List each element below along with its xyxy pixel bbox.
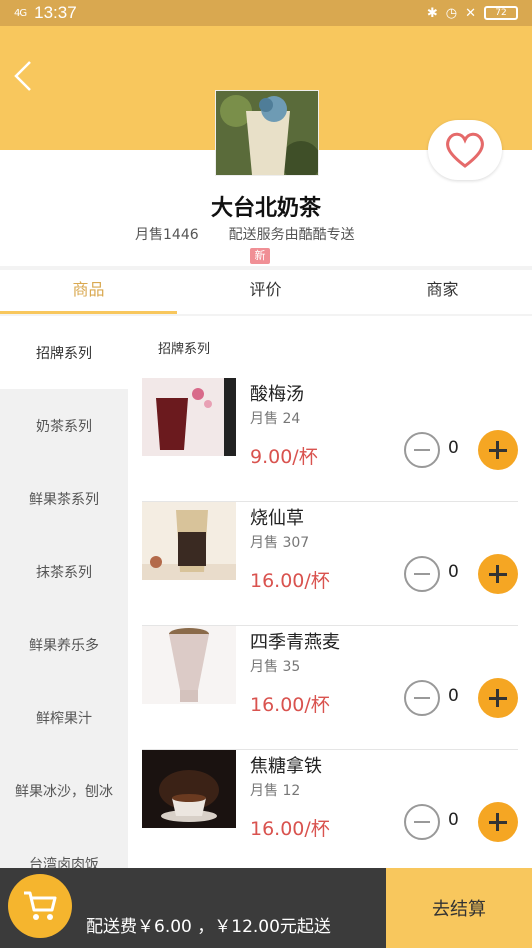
cart-button[interactable] [8, 874, 72, 938]
shopping-cart-icon [24, 891, 57, 920]
product-price: 16.00/杯 [250, 694, 330, 716]
category-item[interactable]: 鲜果冰沙，刨冰 [0, 754, 128, 827]
increase-button[interactable] [478, 802, 518, 842]
increase-button[interactable] [478, 554, 518, 594]
category-item[interactable]: 招牌系列 [0, 316, 128, 389]
new-badge: 新 [250, 248, 270, 264]
tab-bar: 商品 评价 商家 [0, 270, 532, 314]
product-sales: 月售 307 [250, 535, 310, 551]
status-bar: 4G 13:37 ✱ ◷ ✕ 72 [0, 0, 532, 26]
status-icons: ✱ ◷ ✕ 72 [427, 6, 518, 21]
product-price: 16.00/杯 [250, 570, 330, 592]
signal-icon: 4G [14, 7, 27, 19]
product-sales: 月售 12 [250, 783, 301, 799]
battery-icon: 72 [484, 6, 518, 20]
product-item[interactable]: 酸梅汤 月售 24 9.00/杯 0 [142, 378, 518, 502]
increase-button[interactable] [478, 430, 518, 470]
cart-summary: 配送费￥6.00 ，￥12.00元起送 [0, 868, 386, 948]
product-sales: 月售 35 [250, 659, 301, 675]
tab-reviews[interactable]: 评价 [177, 270, 354, 314]
mute-icon: ✕ [465, 5, 476, 21]
delivery-info: 配送服务由酷酷专送 [228, 227, 355, 243]
section-title: 招牌系列 [158, 342, 211, 357]
delivery-fee: 配送费￥6.00 ，￥12.00元起送 [86, 917, 331, 937]
alarm-icon: ◷ [445, 5, 458, 21]
heart-icon [446, 132, 484, 168]
product-name: 烧仙草 [250, 508, 304, 529]
decrease-button[interactable] [404, 556, 440, 592]
product-name: 四季青燕麦 [250, 632, 340, 653]
tab-merchant[interactable]: 商家 [354, 270, 531, 314]
product-name: 酸梅汤 [250, 384, 304, 405]
cart-bar: 配送费￥6.00 ，￥12.00元起送 去结算 [0, 868, 532, 948]
product-price: 9.00/杯 [250, 446, 318, 468]
bluetooth-icon: ✱ [426, 5, 438, 21]
product-item[interactable]: 焦糖拿铁 月售 12 16.00/杯 0 [142, 750, 518, 868]
category-item[interactable]: 鲜果茶系列 [0, 462, 128, 535]
decrease-button[interactable] [404, 680, 440, 716]
product-image [142, 750, 236, 828]
decrease-button[interactable] [404, 804, 440, 840]
category-item[interactable]: 鲜榨果汁 [0, 681, 128, 754]
favorite-button[interactable] [428, 120, 502, 180]
quantity: 0 [448, 438, 459, 458]
product-list: 招牌系列 酸梅汤 月售 24 9.00/杯 0 烧仙草 月售 307 16.00… [128, 316, 532, 868]
product-item[interactable]: 烧仙草 月售 307 16.00/杯 0 [142, 502, 518, 626]
quantity: 0 [448, 686, 459, 706]
product-image [142, 626, 236, 704]
quantity: 0 [448, 810, 459, 830]
milk-tea-image [216, 91, 318, 175]
category-item[interactable]: 鲜果养乐多 [0, 608, 128, 681]
product-price: 16.00/杯 [250, 818, 330, 840]
product-image [142, 378, 236, 456]
tab-products[interactable]: 商品 [0, 270, 177, 314]
quantity: 0 [448, 562, 459, 582]
increase-button[interactable] [478, 678, 518, 718]
product-image [142, 502, 236, 580]
category-item[interactable]: 奶茶系列 [0, 389, 128, 462]
category-item[interactable]: 抹茶系列 [0, 535, 128, 608]
back-arrow-icon [14, 61, 31, 91]
checkout-button[interactable]: 去结算 [386, 868, 532, 948]
shop-meta: 月售1446 配送服务由酷酷专送 [135, 224, 355, 244]
product-item[interactable]: 四季青燕麦 月售 35 16.00/杯 0 [142, 626, 518, 750]
back-button[interactable] [10, 56, 40, 96]
shop-name: 大台北奶茶 [210, 196, 321, 221]
product-sales: 月售 24 [250, 411, 301, 427]
status-time: 13:37 [34, 3, 77, 22]
decrease-button[interactable] [404, 432, 440, 468]
product-name: 焦糖拿铁 [250, 756, 322, 777]
monthly-sales: 月售1446 [135, 227, 199, 243]
shop-logo [215, 90, 319, 176]
category-sidebar: 招牌系列 奶茶系列 鲜果茶系列 抹茶系列 鲜果养乐多 鲜榨果汁 鲜果冰沙，刨冰 … [0, 316, 128, 886]
